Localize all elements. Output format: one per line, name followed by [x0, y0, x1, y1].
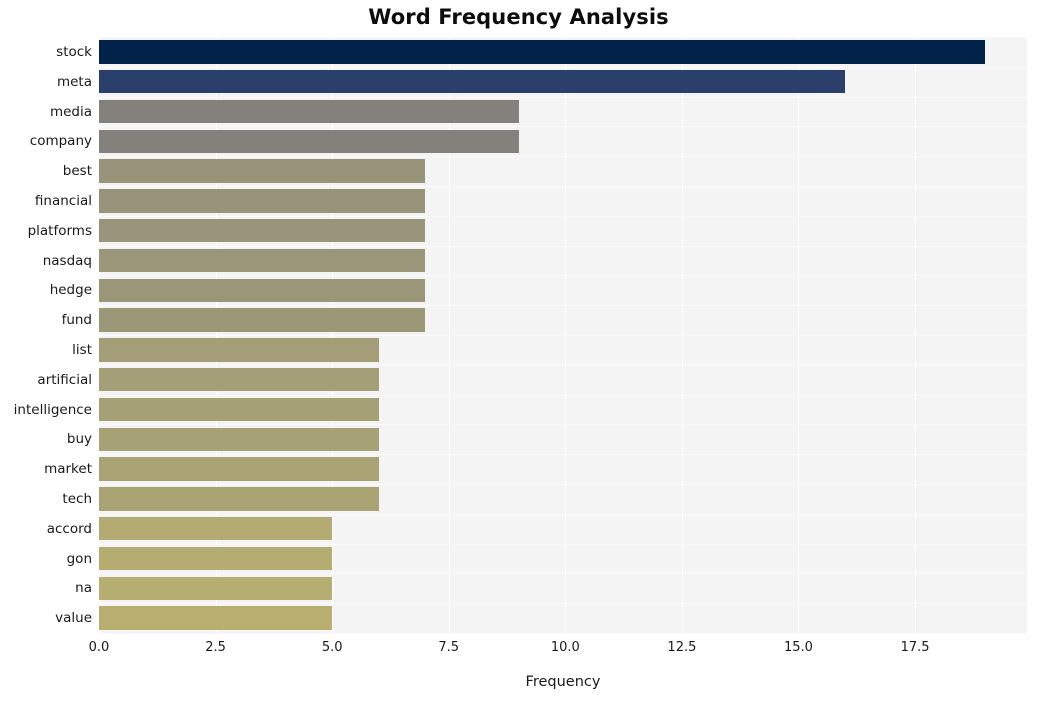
y-tick-label: company — [29, 133, 92, 150]
y-tick-label: accord — [46, 520, 92, 537]
y-tick-label: gon — [66, 550, 92, 567]
x-tick-label: 0.0 — [88, 640, 110, 655]
y-axis-labels: stock meta media company best financial platfo… — [0, 37, 1037, 633]
y-tick-label: fund — [61, 312, 92, 329]
x-tick-label: 7.5 — [438, 640, 460, 655]
y-tick-label: value — [55, 610, 92, 627]
x-tick-label: 10.0 — [550, 640, 580, 655]
y-tick-label: na — [75, 580, 92, 597]
x-axis-title: Frequency — [525, 674, 601, 690]
y-tick-label: list — [72, 341, 92, 358]
y-gridline — [99, 633, 1027, 634]
y-tick-label: stock — [56, 43, 92, 60]
y-tick-label: buy — [66, 431, 92, 448]
y-tick-label: market — [44, 461, 92, 478]
x-tick-label: 17.5 — [900, 640, 930, 655]
x-tick-label: 5.0 — [321, 640, 343, 655]
x-tick-label: 12.5 — [667, 640, 697, 655]
y-tick-label: nasdaq — [42, 252, 92, 269]
y-tick-label: best — [62, 163, 92, 180]
y-tick-label: financial — [34, 192, 92, 209]
y-tick-label: media — [49, 103, 92, 120]
y-tick-label: platforms — [27, 222, 92, 239]
chart-title: Word Frequency Analysis — [368, 5, 669, 29]
x-tick-label: 15.0 — [784, 640, 813, 655]
x-tick-label: 2.5 — [205, 640, 226, 655]
y-tick-label: hedge — [49, 282, 92, 299]
y-tick-label: intelligence — [13, 401, 92, 418]
word-frequency-bar-chart: Word Frequency Analysis stock meta media co… — [0, 0, 1037, 701]
y-tick-label: meta — [56, 73, 92, 90]
y-tick-label: artificial — [37, 371, 92, 388]
y-tick-label: tech — [62, 490, 92, 507]
